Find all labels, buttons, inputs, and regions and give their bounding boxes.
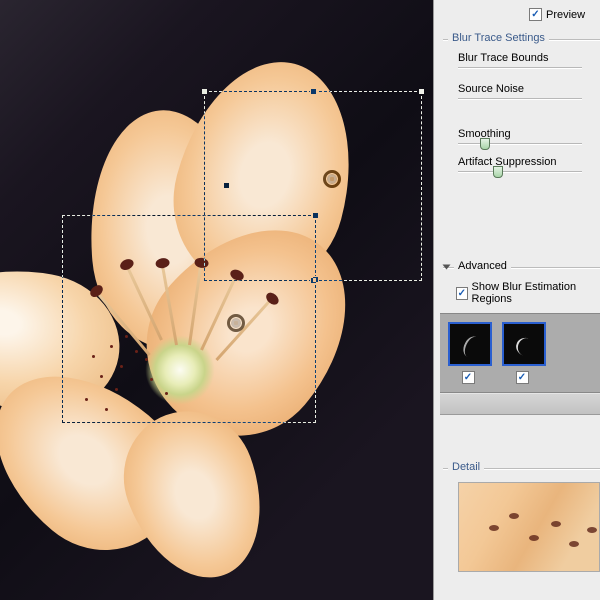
source-noise-label: Source Noise bbox=[458, 83, 600, 95]
blur-estimation-region-2[interactable] bbox=[62, 215, 316, 423]
resize-handle[interactable] bbox=[312, 212, 319, 219]
smoothing-label: Smoothing bbox=[458, 128, 600, 140]
resize-handle[interactable] bbox=[201, 88, 208, 95]
resize-handle[interactable] bbox=[223, 182, 230, 189]
artifact-suppression-slider[interactable] bbox=[458, 171, 582, 173]
detail-title: Detail bbox=[448, 461, 484, 473]
preview-checkbox[interactable]: ✓ bbox=[529, 8, 542, 21]
blur-trace-bounds-label: Blur Trace Bounds bbox=[458, 52, 600, 64]
slider-thumb[interactable] bbox=[493, 166, 503, 178]
source-noise-slider[interactable] bbox=[458, 98, 582, 100]
image-canvas[interactable] bbox=[0, 0, 433, 600]
artifact-suppression-label: Artifact Suppression bbox=[458, 156, 600, 168]
trace-thumb-2-checkbox[interactable]: ✓ bbox=[516, 371, 529, 384]
resize-handle[interactable] bbox=[310, 88, 317, 95]
slider-thumb[interactable] bbox=[480, 138, 490, 150]
disclosure-triangle-icon bbox=[443, 265, 451, 270]
blur-trace-settings-title: Blur Trace Settings bbox=[448, 32, 549, 44]
settings-panel: ✓ Preview Blur Trace Settings Blur Trace… bbox=[433, 0, 600, 600]
show-estimation-label: Show Blur Estimation Regions bbox=[472, 281, 600, 305]
blur-trace-thumbnails: ✓ ✓ bbox=[440, 313, 600, 393]
smoothing-slider[interactable] bbox=[458, 143, 582, 145]
advanced-title: Advanced bbox=[454, 260, 511, 272]
resize-handle[interactable] bbox=[312, 276, 319, 283]
blur-trace-bounds-slider[interactable] bbox=[458, 67, 582, 69]
stamen-white bbox=[0, 0, 57, 11]
preview-label: Preview bbox=[546, 9, 585, 21]
trace-thumb-1[interactable] bbox=[448, 322, 492, 366]
trace-thumb-1-checkbox[interactable]: ✓ bbox=[462, 371, 475, 384]
blur-center-marker[interactable] bbox=[323, 170, 341, 188]
detail-preview[interactable] bbox=[458, 482, 600, 572]
trace-thumb-2[interactable] bbox=[502, 322, 546, 366]
resize-handle[interactable] bbox=[418, 88, 425, 95]
thumbnail-toolbar bbox=[440, 393, 600, 415]
stamen-white bbox=[0, 0, 55, 2]
show-estimation-checkbox[interactable]: ✓ bbox=[456, 287, 468, 300]
blur-center-marker[interactable] bbox=[227, 314, 245, 332]
